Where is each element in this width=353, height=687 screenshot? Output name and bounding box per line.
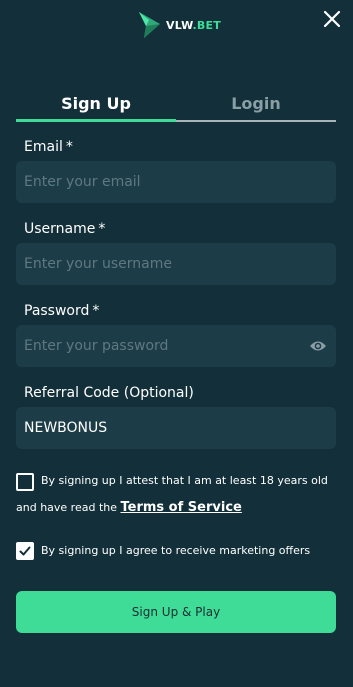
age-consent-row: By signing up I attest that I am at leas… <box>16 473 336 523</box>
close-icon[interactable] <box>323 10 341 28</box>
email-label: Email * <box>24 139 73 155</box>
age-consent-text: By signing up I attest that I am at leas… <box>41 474 328 487</box>
referral-field-container <box>16 407 336 449</box>
marketing-consent-row: By signing up I agree to receive marketi… <box>16 542 336 562</box>
username-field[interactable] <box>16 243 336 285</box>
tab-login[interactable]: Login <box>176 86 336 122</box>
sign-up-and-play-button[interactable]: Sign Up & Play <box>16 591 336 633</box>
email-field[interactable] <box>16 161 336 203</box>
logo-icon <box>139 12 160 38</box>
tab-sign-up[interactable]: Sign Up <box>16 86 176 122</box>
terms-of-service-link[interactable]: Terms of Service <box>121 500 242 515</box>
brand-logo[interactable]: VLW.BET <box>136 10 221 40</box>
age-consent-text-continued: and have read the Terms of Service <box>16 500 242 515</box>
checkmark-icon <box>19 546 31 556</box>
header: VLW.BET <box>0 0 353 50</box>
auth-tabs: Sign Up Login <box>16 86 336 122</box>
brand-name: VLW.BET <box>166 18 221 32</box>
password-field[interactable] <box>16 325 336 367</box>
referral-code-field[interactable] <box>16 407 336 449</box>
email-field-container <box>16 161 336 203</box>
marketing-consent-checkbox[interactable] <box>16 542 34 560</box>
username-label: Username * <box>24 221 106 237</box>
marketing-consent-text: By signing up I agree to receive marketi… <box>41 544 311 557</box>
age-consent-checkbox[interactable] <box>16 473 34 491</box>
username-field-container <box>16 243 336 285</box>
eye-icon[interactable] <box>309 338 327 354</box>
password-label: Password * <box>24 303 100 319</box>
password-field-container <box>16 325 336 367</box>
referral-label: Referral Code (Optional) <box>24 385 194 401</box>
